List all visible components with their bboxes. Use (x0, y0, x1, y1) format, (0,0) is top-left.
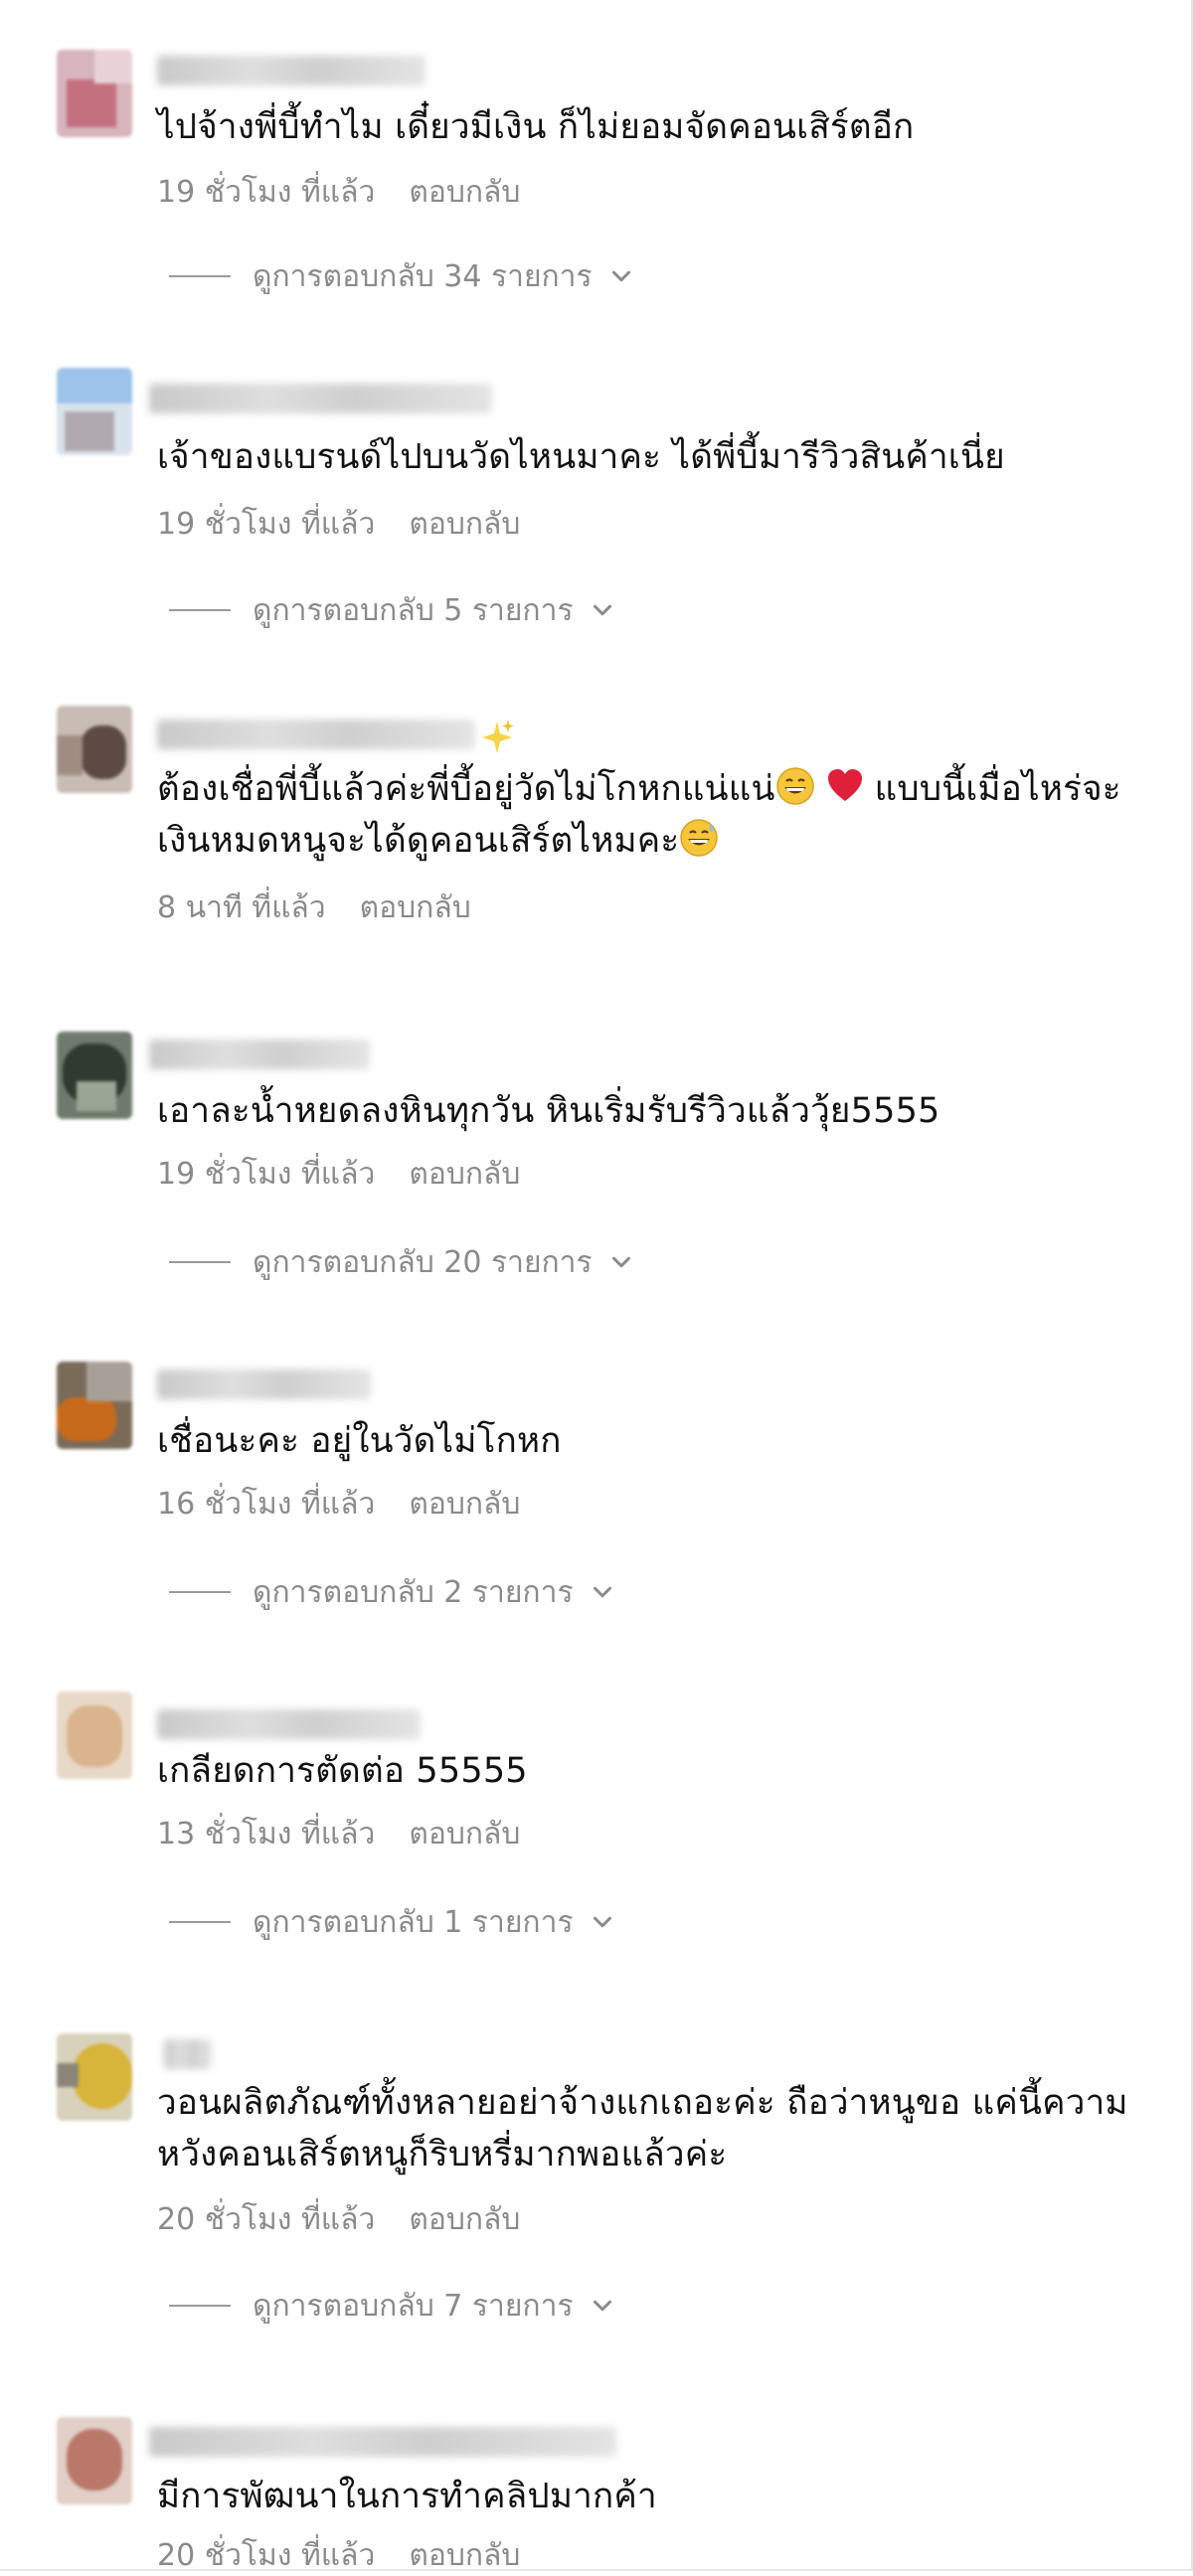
grinning-face-icon (775, 767, 814, 805)
reply-button[interactable]: ตอบกลับ (409, 1487, 520, 1522)
comment-meta: 20 ชั่วโมง ที่แล้ว ตอบกลับ (157, 2200, 520, 2240)
avatar[interactable] (57, 2033, 132, 2121)
comment-text: มีการพัฒนาในการทำคลิปมากค้า (157, 2477, 657, 2516)
avatar[interactable] (57, 1691, 132, 1779)
chevron-down-icon (593, 1916, 611, 1928)
reply-button[interactable]: ตอบกลับ (409, 507, 520, 542)
avatar[interactable] (57, 2417, 132, 2504)
red-heart-icon (827, 769, 862, 801)
comment-text: วอนผลิตภัณฑ์ทั้งหลายอย่าจ้างแกเถอะค่ะ ถื… (157, 2083, 1128, 2174)
sparkles-icon (482, 720, 514, 753)
comment-time: 13 ชั่วโมง ที่แล้ว (157, 1817, 376, 1852)
reply-button[interactable]: ตอบกลับ (360, 890, 471, 925)
divider-line (169, 609, 231, 611)
username-redacted[interactable] (149, 1040, 370, 1069)
comment-text-line: เงินหมดหนูจะได้ดูคอนเสิร์ตไหมคะ (157, 815, 1191, 867)
comment-text-part: แบบนี้เมื่อไหร่จะ (874, 769, 1121, 809)
chevron-down-icon (611, 1256, 630, 1268)
view-replies-button[interactable]: ดูการตอบกลับ 2 รายการ (169, 1570, 617, 1614)
divider-line (169, 275, 231, 277)
reply-button[interactable]: ตอบกลับ (409, 175, 520, 210)
view-replies-label: ดูการตอบกลับ 5 รายการ (253, 592, 574, 628)
comment-time: 19 ชั่วโมง ที่แล้ว (157, 175, 376, 210)
comment-text: เกลียดการตัดต่อ 55555 (157, 1751, 528, 1791)
comment-text-line: ต้องเชื่อพี่บี้แล้วค่ะพี่บี้อยู่วัดไม่โก… (157, 763, 1191, 815)
chevron-down-icon (593, 1586, 611, 1598)
view-replies-label: ดูการตอบกลับ 7 รายการ (253, 2288, 574, 2324)
view-replies-label: ดูการตอบกลับ 20 รายการ (253, 1244, 593, 1280)
comment-item: เจ้าของแบรนด์ไปบนวัดไหนมาคะ ได้พี่บี้มาร… (0, 368, 1193, 646)
reply-button[interactable]: ตอบกลับ (409, 1157, 520, 1192)
avatar[interactable] (57, 50, 132, 137)
comment-item: เอาละน้ำหยดลงหินทุกวัน หินเริ่มรับรีวิวแ… (0, 1032, 1193, 1310)
view-replies-button[interactable]: ดูการตอบกลับ 7 รายการ (169, 2284, 617, 2328)
comment-item: วอนผลิตภัณฑ์ทั้งหลายอย่าจ้างแกเถอะค่ะ ถื… (0, 2033, 1193, 2361)
comment-text: เอาละน้ำหยดลงหินทุกวัน หินเริ่มรับรีวิวแ… (157, 1091, 940, 1131)
view-replies-button[interactable]: ดูการตอบกลับ 1 รายการ (169, 1900, 617, 1944)
username-redacted[interactable] (157, 720, 475, 749)
comment-time: 19 ชั่วโมง ที่แล้ว (157, 1157, 376, 1192)
comment-meta: 16 ชั่วโมง ที่แล้ว ตอบกลับ (157, 1485, 520, 1525)
avatar[interactable] (57, 1032, 132, 1119)
comment-item: ไปจ้างพี่บี้ทำไม เดี๋ยวมีเงิน ก็ไม่ยอมจั… (0, 50, 1193, 308)
chevron-down-icon (593, 2300, 611, 2312)
chevron-down-icon (593, 604, 611, 616)
divider-line (169, 2305, 231, 2307)
avatar[interactable] (57, 706, 132, 793)
username-redacted[interactable] (157, 1369, 371, 1399)
comment-item: เชื่อนะคะ อยู่ในวัดไม่โกหก 16 ชั่วโมง ที… (0, 1362, 1193, 1640)
divider-line (169, 1261, 231, 1263)
username-redacted[interactable] (157, 56, 426, 85)
chevron-down-icon (611, 270, 630, 282)
comment-meta: 19 ชั่วโมง ที่แล้ว ตอบกลับ (157, 1155, 520, 1195)
username-redacted[interactable] (164, 2039, 212, 2069)
username-redacted[interactable] (157, 1709, 421, 1739)
comment-meta: 20 ชั่วโมง ที่แล้ว ตอบกลับ (157, 2536, 520, 2576)
comment-item: เกลียดการตัดต่อ 55555 13 ชั่วโมง ที่แล้ว… (0, 1691, 1193, 1970)
comment-meta: 19 ชั่วโมง ที่แล้ว ตอบกลับ (157, 505, 520, 545)
comment-meta: 19 ชั่วโมง ที่แล้ว ตอบกลับ (157, 173, 520, 213)
comment-meta: 8 นาที ที่แล้ว ตอบกลับ (157, 888, 471, 928)
view-replies-label: ดูการตอบกลับ 1 รายการ (253, 1904, 574, 1940)
comment-text-part: ต้องเชื่อพี่บี้แล้วค่ะพี่บี้อยู่วัดไม่โก… (157, 769, 775, 809)
comment-time: 8 นาที ที่แล้ว (157, 890, 326, 925)
reply-button[interactable]: ตอบกลับ (409, 1817, 520, 1852)
comment-text: ไปจ้างพี่บี้ทำไม เดี๋ยวมีเงิน ก็ไม่ยอมจั… (157, 107, 915, 147)
comment-text: เจ้าของแบรนด์ไปบนวัดไหนมาคะ ได้พี่บี้มาร… (157, 437, 1005, 477)
username-redacted[interactable] (149, 2427, 616, 2457)
comment-item: มีการพัฒนาในการทำคลิปมากค้า 20 ชั่วโมง ท… (0, 2417, 1193, 2573)
comment-time: 16 ชั่วโมง ที่แล้ว (157, 1487, 376, 1522)
view-replies-label: ดูการตอบกลับ 2 รายการ (253, 1574, 574, 1610)
view-replies-button[interactable]: ดูการตอบกลับ 20 รายการ (169, 1240, 636, 1284)
comment-text-part: เงินหมดหนูจะได้ดูคอนเสิร์ตไหมคะ (157, 821, 680, 861)
avatar[interactable] (57, 368, 132, 455)
reply-button[interactable]: ตอบกลับ (409, 2202, 520, 2237)
divider-line (169, 1591, 231, 1593)
username-badge (477, 718, 517, 762)
comment-meta: 13 ชั่วโมง ที่แล้ว ตอบกลับ (157, 1815, 520, 1854)
comment-time: 19 ชั่วโมง ที่แล้ว (157, 507, 376, 542)
view-replies-label: ดูการตอบกลับ 34 รายการ (253, 258, 593, 294)
grinning-sweat-icon (680, 819, 719, 857)
username-redacted[interactable] (149, 384, 492, 413)
avatar[interactable] (57, 1362, 132, 1449)
comment-time: 20 ชั่วโมง ที่แล้ว (157, 2538, 376, 2573)
comment-time: 20 ชั่วโมง ที่แล้ว (157, 2202, 376, 2237)
comment-item: ต้องเชื่อพี่บี้แล้วค่ะพี่บี้อยู่วัดไม่โก… (0, 706, 1193, 954)
comment-text: เชื่อนะคะ อยู่ในวัดไม่โกหก (157, 1421, 562, 1461)
view-replies-button[interactable]: ดูการตอบกลับ 34 รายการ (169, 254, 636, 298)
view-replies-button[interactable]: ดูการตอบกลับ 5 รายการ (169, 588, 617, 632)
divider-line (169, 1921, 231, 1923)
comment-text: ต้องเชื่อพี่บี้แล้วค่ะพี่บี้อยู่วัดไม่โก… (157, 763, 1191, 867)
reply-button[interactable]: ตอบกลับ (409, 2538, 520, 2573)
